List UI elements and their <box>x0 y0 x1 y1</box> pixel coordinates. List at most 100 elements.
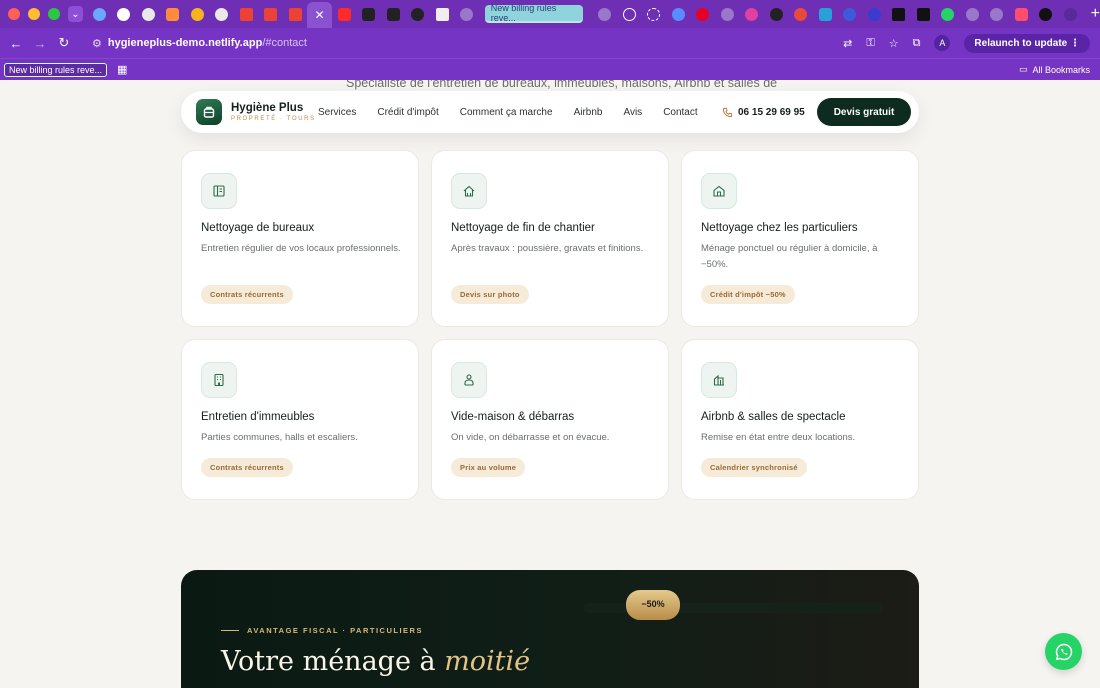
tab[interactable] <box>283 0 308 28</box>
whatsapp-button[interactable] <box>1045 633 1082 670</box>
apps-grid-icon[interactable]: ▦ <box>117 63 127 76</box>
tab[interactable] <box>1009 0 1034 28</box>
service-card[interactable]: Nettoyage chez les particuliers Ménage p… <box>681 150 919 327</box>
phone-link[interactable]: 06 15 29 69 95 <box>722 107 805 118</box>
nav-comment-ca-marche[interactable]: Comment ça marche <box>460 107 553 118</box>
folder-icon: ▭ <box>1018 64 1028 74</box>
service-description: Ménage ponctuel ou régulier à domicile, … <box>701 243 878 270</box>
tab[interactable] <box>111 0 136 28</box>
service-description: Après travaux : poussière, gravats et fi… <box>451 243 644 254</box>
tab[interactable] <box>593 0 618 28</box>
tab[interactable] <box>813 0 838 28</box>
extensions-icon[interactable]: ⧉ <box>913 37 921 50</box>
nav-services[interactable]: Services <box>318 107 356 118</box>
service-tag: Contrats récurrents <box>201 285 293 304</box>
maximize-window-button[interactable] <box>48 8 60 20</box>
main-nav: Services Crédit d'impôt Comment ça march… <box>318 107 698 118</box>
service-title: Entretien d'immeubles <box>201 411 315 423</box>
phone-icon <box>722 107 733 117</box>
brand-logo-icon[interactable] <box>196 99 222 125</box>
tab[interactable] <box>1058 0 1083 28</box>
tab[interactable] <box>740 0 765 28</box>
active-tab[interactable]: ✕ <box>307 2 332 28</box>
bookmark-star-icon[interactable]: ☆ <box>889 37 899 50</box>
brand-tagline: PROPRETÉ · TOURS <box>231 116 316 122</box>
tab[interactable] <box>405 0 430 28</box>
tab[interactable] <box>87 0 112 28</box>
tab[interactable] <box>764 0 789 28</box>
service-description: On vide, on débarrasse et on évacue. <box>451 432 610 443</box>
service-card[interactable]: Nettoyage de bureaux Entretien régulier … <box>181 150 419 327</box>
forward-icon[interactable]: → <box>28 36 52 51</box>
brand[interactable]: Hygiène Plus PROPRETÉ · TOURS <box>231 102 316 122</box>
relaunch-label: Relaunch to update <box>974 37 1068 49</box>
tax-credit-section: AVANTAGE FISCAL · PARTICULIERS Votre mén… <box>181 570 919 688</box>
all-bookmarks-button[interactable]: ▭ All Bookmarks <box>1019 64 1090 75</box>
reload-icon[interactable]: ↻ <box>52 35 76 51</box>
devis-gratuit-button[interactable]: Devis gratuit <box>817 98 911 126</box>
tab[interactable] <box>258 0 283 28</box>
tab[interactable] <box>454 0 479 28</box>
nav-avis[interactable]: Avis <box>623 107 642 118</box>
tab-search-button[interactable]: ⌄ <box>68 6 83 22</box>
tab[interactable] <box>985 0 1010 28</box>
tab[interactable] <box>160 0 185 28</box>
service-tag: Crédit d'impôt −50% <box>701 285 795 304</box>
service-tag: Prix au volume <box>451 458 526 477</box>
tab[interactable] <box>936 0 961 28</box>
service-card[interactable]: Nettoyage de fin de chantier Après trava… <box>431 150 669 327</box>
service-card[interactable]: Vide-maison & débarras On vide, on débar… <box>431 339 669 500</box>
password-key-icon[interactable]: ⚿ <box>866 37 874 50</box>
close-window-button[interactable] <box>8 8 20 20</box>
construction-icon <box>451 173 487 209</box>
home-icon <box>701 173 737 209</box>
service-card[interactable]: Airbnb & salles de spectacle Remise en é… <box>681 339 919 500</box>
tab[interactable] <box>136 0 161 28</box>
tab[interactable] <box>715 0 740 28</box>
address-bar: ← → ↻ ⚙ hygieneplus-demo.netlify.app/#co… <box>0 28 1100 58</box>
tab[interactable] <box>381 0 406 28</box>
bookmark-item[interactable]: New billing rules reve... <box>4 62 108 77</box>
tab[interactable] <box>887 0 912 28</box>
tab[interactable] <box>691 0 716 28</box>
office-icon <box>201 173 237 209</box>
tab[interactable] <box>862 0 887 28</box>
minimize-window-button[interactable] <box>28 8 40 20</box>
tab[interactable] <box>1034 0 1059 28</box>
tab[interactable] <box>430 0 455 28</box>
close-tab-icon[interactable]: ✕ <box>314 8 324 22</box>
promo-title-emphasis: moitié <box>444 646 531 677</box>
tab[interactable] <box>960 0 985 28</box>
profile-avatar[interactable]: A <box>934 35 951 51</box>
tab[interactable] <box>617 0 642 28</box>
nav-airbnb[interactable]: Airbnb <box>574 107 603 118</box>
site-settings-icon[interactable]: ⚙ <box>92 37 102 50</box>
tab[interactable] <box>234 0 259 28</box>
tab[interactable] <box>911 0 936 28</box>
new-tab-icon[interactable]: + <box>1091 5 1100 23</box>
person-icon <box>451 362 487 398</box>
nav-credit-impot[interactable]: Crédit d'impôt <box>377 107 438 118</box>
tab[interactable] <box>838 0 863 28</box>
tab[interactable] <box>666 0 691 28</box>
service-card[interactable]: Entretien d'immeubles Parties communes, … <box>181 339 419 500</box>
building-icon <box>201 362 237 398</box>
nav-contact[interactable]: Contact <box>663 107 697 118</box>
service-tag: Calendrier synchronisé <box>701 458 807 477</box>
tab[interactable] <box>356 0 381 28</box>
tab[interactable] <box>185 0 210 28</box>
tab-favicons: ✕ <box>87 0 479 28</box>
window-controls <box>8 8 60 20</box>
back-icon[interactable]: ← <box>4 36 28 51</box>
url-field[interactable]: ⚙ hygieneplus-demo.netlify.app/#contact <box>92 37 307 50</box>
tab[interactable] <box>209 0 234 28</box>
tab[interactable] <box>642 0 667 28</box>
tab-group-label[interactable]: New billing rules reve... <box>484 3 583 23</box>
toolbar-right: ⇄ ⚿ ☆ ⧉ A Relaunch to update ⋮ <box>843 33 1090 53</box>
relaunch-button[interactable]: Relaunch to update ⋮ <box>964 33 1090 53</box>
tab[interactable] <box>789 0 814 28</box>
translate-icon[interactable]: ⇄ <box>843 37 852 50</box>
promo-eyebrow: AVANTAGE FISCAL · PARTICULIERS <box>221 626 423 635</box>
tab[interactable] <box>332 0 357 28</box>
service-description: Parties communes, halls et escaliers. <box>201 432 358 443</box>
